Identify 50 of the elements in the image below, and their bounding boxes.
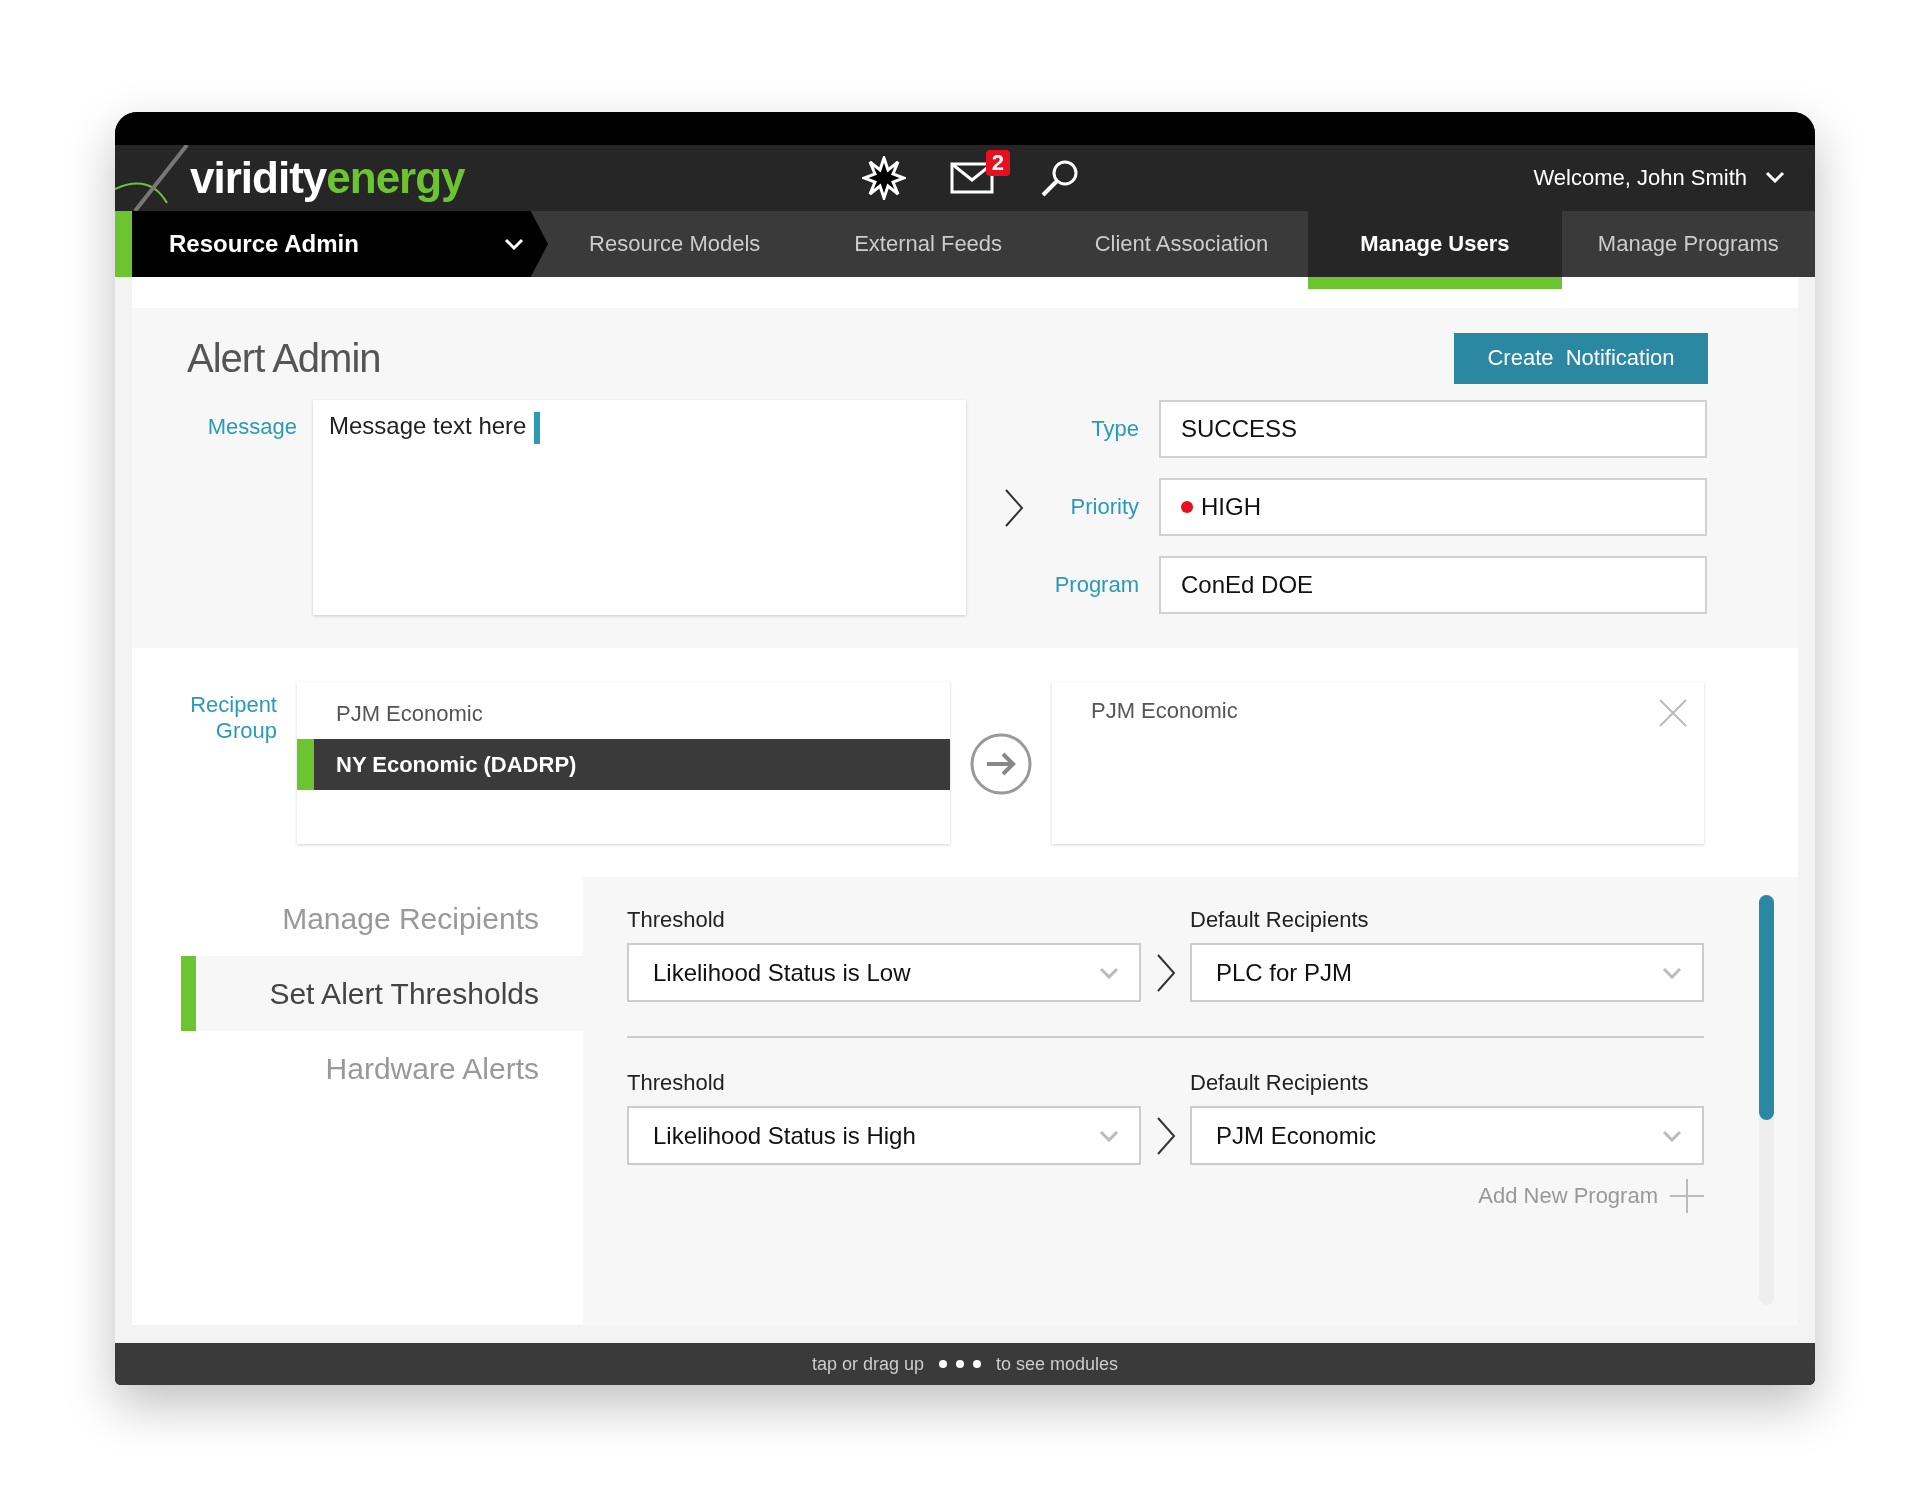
starburst-icon[interactable]	[860, 156, 908, 200]
page-title: Alert Admin	[187, 335, 381, 381]
field-label: Threshold	[627, 907, 726, 933]
input-field[interactable]: SUCCESS	[1159, 400, 1707, 458]
nav-tab[interactable]: Resource Models	[548, 211, 802, 277]
nav-tab[interactable]: External Feeds	[801, 211, 1055, 277]
recipients-select[interactable]: PJM Economic	[1190, 1106, 1704, 1165]
field-label: Default Recipients	[1190, 907, 1370, 933]
logo-text: viridityenergy	[190, 153, 466, 203]
field-label: Priority	[1069, 494, 1139, 520]
footer-hint: to see modules	[996, 1353, 1119, 1375]
chevron-right-icon	[1004, 487, 1024, 528]
field-label: Program	[1053, 572, 1139, 598]
nav-tab[interactable]: Manage Users	[1308, 211, 1562, 289]
list-item[interactable]: PJM Economic	[297, 688, 950, 739]
nav-tab[interactable]: Manage Programs	[1561, 211, 1815, 277]
dots-icon[interactable]	[938, 1359, 982, 1369]
section-title: Resource Admin	[169, 230, 360, 258]
sidebar-item[interactable]: Set Alert Thresholds	[181, 956, 583, 1031]
recipients-select[interactable]: PLC for PJM	[1190, 943, 1704, 1002]
section-dropdown[interactable]: Resource Admin	[115, 211, 548, 277]
chevron-down-icon	[1765, 171, 1785, 183]
field-label: Default Recipients	[1190, 1070, 1370, 1096]
chevron-down-icon	[1662, 1129, 1682, 1142]
footer-hint: tap or drag up	[811, 1353, 924, 1375]
scrollbar[interactable]	[1759, 895, 1774, 1305]
message-field[interactable]: Message text here	[313, 400, 966, 615]
chevron-down-icon	[504, 238, 524, 250]
nav-tab[interactable]: Client Association	[1054, 211, 1309, 277]
mail-icon[interactable]	[950, 162, 994, 194]
threshold-select[interactable]: Likelihood Status is Low	[627, 943, 1141, 1002]
list-item[interactable]: NY Economic (DADRP)	[297, 739, 950, 790]
field-label: Type	[1090, 416, 1139, 442]
chevron-down-icon	[1099, 1129, 1119, 1142]
field-label: Recipent Group	[189, 691, 277, 745]
chevron-down-icon	[1099, 966, 1119, 979]
selected-recipient: PJM Economic	[1091, 698, 1238, 724]
field-label: Message	[206, 413, 297, 441]
swoosh-icon	[115, 145, 190, 211]
threshold-select[interactable]: Likelihood Status is High	[627, 1106, 1141, 1165]
input-field[interactable]: HIGH	[1159, 478, 1707, 536]
chevron-down-icon	[1662, 966, 1682, 979]
chevron-right-icon	[1155, 952, 1176, 993]
chevron-right-icon	[1155, 1115, 1176, 1156]
welcome-menu[interactable]: Welcome, John Smith	[1533, 165, 1747, 191]
arrow-right-icon[interactable]	[969, 732, 1033, 796]
input-field[interactable]: ConEd DOE	[1159, 556, 1707, 614]
notification-badge: 2	[985, 150, 1010, 176]
field-label: Threshold	[627, 1070, 726, 1096]
create-notification-button[interactable]: Create Notification	[1454, 332, 1708, 384]
